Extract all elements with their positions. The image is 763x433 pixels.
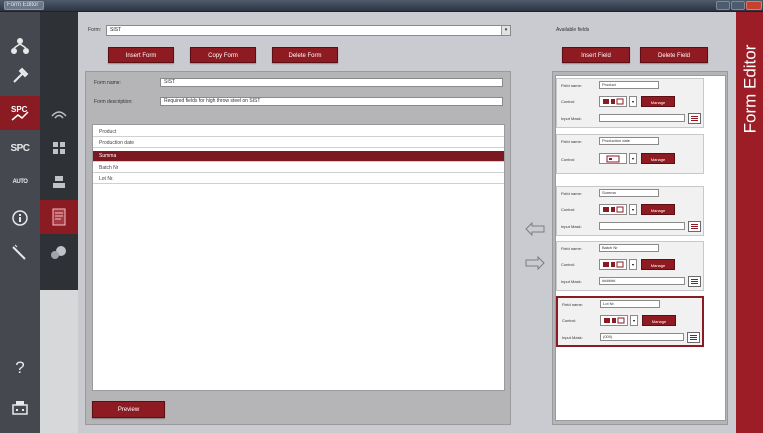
field-name-label: Field name: — [561, 83, 582, 88]
spc-chart-icon[interactable]: SPC — [0, 96, 40, 130]
list-item-selected[interactable]: Summa — [93, 151, 504, 162]
chevron-down-icon[interactable]: ▾ — [630, 315, 638, 326]
list-item[interactable]: Batch Nr — [93, 164, 504, 173]
minimize-button[interactable] — [716, 1, 730, 10]
field-card: Field name: Batch Nr Control: ▾ Manage I… — [556, 241, 704, 291]
field-name-label: Field name: — [561, 246, 582, 251]
manage-button[interactable]: Manage — [641, 204, 675, 215]
available-fields-label: Available fields — [556, 27, 590, 33]
control-type-icon[interactable] — [599, 96, 627, 107]
info-icon[interactable] — [0, 200, 40, 236]
list-icon[interactable] — [688, 276, 701, 287]
input-mask-label: Input Mask: — [561, 279, 582, 284]
signal-icon[interactable] — [40, 96, 78, 130]
control-type-icon[interactable] — [599, 204, 627, 215]
calendar-icon[interactable] — [599, 153, 627, 164]
manage-button[interactable]: Manage — [641, 153, 675, 164]
window-titlebar: Form Editor — [0, 0, 763, 12]
field-card: Field name: Product Control: ▾ Manage In… — [556, 78, 704, 128]
move-left-arrow-icon[interactable] — [524, 221, 546, 237]
auto-label-icon[interactable]: AUTO — [0, 164, 40, 200]
input-mask-input[interactable] — [599, 114, 685, 122]
chevron-down-icon[interactable]: ▾ — [501, 26, 510, 35]
field-card: Field name: Production date Control: ▾ M… — [556, 134, 704, 174]
form-description-input[interactable]: Required fields for high throw steel on … — [160, 97, 503, 106]
form-select[interactable]: SIST ▾ — [106, 25, 511, 36]
field-name-input[interactable]: Lot Nr. — [600, 300, 660, 308]
field-card: Field name: Summa Control: ▾ Manage Inpu… — [556, 186, 704, 236]
chevron-down-icon[interactable]: ▾ — [629, 153, 637, 164]
cloud-gear-icon[interactable] — [40, 234, 78, 270]
control-type-icon[interactable] — [600, 315, 628, 326]
delete-form-button[interactable]: Delete Form — [272, 47, 338, 63]
control-label: Control: — [561, 157, 576, 162]
input-mask-input[interactable] — [599, 222, 685, 230]
control-type-icon[interactable] — [599, 259, 627, 270]
control-label: Control: — [561, 207, 576, 212]
input-mask-label: Input Mask: — [561, 224, 582, 229]
list-item[interactable]: Lot Nr. — [93, 175, 504, 184]
copy-form-button[interactable]: Copy Form — [190, 47, 256, 63]
field-name-input[interactable]: Production date — [599, 137, 659, 145]
wand-icon[interactable] — [0, 234, 40, 270]
secondary-sidebar-empty — [40, 290, 78, 433]
control-label: Control: — [561, 262, 576, 267]
field-name-input[interactable]: Product — [599, 81, 659, 89]
field-card-selected: Field name: Lot Nr. Control: ▾ Manage In… — [556, 296, 704, 347]
form-editor-tab: Form Editor — [736, 12, 763, 433]
help-icon[interactable]: ? — [0, 350, 40, 386]
window-title: Form Editor — [4, 1, 44, 10]
close-button[interactable] — [746, 1, 762, 10]
spc-label-icon[interactable]: SPC — [0, 130, 40, 166]
preview-button[interactable]: Preview — [92, 401, 165, 418]
insert-field-button[interactable]: Insert Field — [562, 47, 630, 63]
field-name-input[interactable]: Batch Nr — [599, 244, 659, 252]
input-mask-label: Input Mask: — [561, 116, 582, 121]
form-description-label: Form description: — [94, 99, 133, 105]
form-document-icon[interactable] — [40, 200, 78, 234]
list-icon[interactable] — [687, 332, 700, 343]
input-mask-input[interactable]: (000) — [600, 333, 684, 341]
list-icon[interactable] — [688, 113, 701, 124]
tools-icon[interactable] — [0, 58, 40, 94]
manage-button[interactable]: Manage — [641, 259, 675, 270]
move-icon[interactable] — [40, 164, 78, 200]
manage-button[interactable]: Manage — [641, 96, 675, 107]
form-editor-title: Form Editor — [740, 44, 760, 134]
field-name-label: Field name: — [562, 302, 583, 307]
form-name-label: Form name: — [94, 80, 121, 86]
input-mask-input[interactable]: ###### — [599, 277, 685, 285]
form-label: Form: — [88, 27, 102, 33]
insert-form-button[interactable]: Insert Form — [108, 47, 174, 63]
list-item[interactable]: Product — [93, 128, 504, 137]
move-right-arrow-icon[interactable] — [524, 255, 546, 271]
grid-cross-icon[interactable] — [40, 130, 78, 166]
printer-robot-icon[interactable] — [0, 390, 40, 426]
field-name-label: Field name: — [561, 139, 582, 144]
control-label: Control: — [562, 318, 577, 323]
delete-field-button[interactable]: Delete Field — [640, 47, 708, 63]
chevron-down-icon[interactable]: ▾ — [629, 259, 637, 270]
form-select-value: SIST — [110, 27, 122, 33]
svg-text:SPC: SPC — [11, 105, 28, 114]
list-item[interactable]: Production date — [93, 139, 504, 148]
manage-button[interactable]: Manage — [642, 315, 676, 326]
chevron-down-icon[interactable]: ▾ — [629, 96, 637, 107]
maximize-button[interactable] — [731, 1, 745, 10]
chevron-down-icon[interactable]: ▾ — [629, 204, 637, 215]
list-icon[interactable] — [688, 221, 701, 232]
control-label: Control: — [561, 99, 576, 104]
form-name-input[interactable]: SIST — [160, 78, 503, 87]
field-name-label: Field name: — [561, 191, 582, 196]
field-name-input[interactable]: Summa — [599, 189, 659, 197]
input-mask-label: Input Mask: — [562, 335, 583, 340]
